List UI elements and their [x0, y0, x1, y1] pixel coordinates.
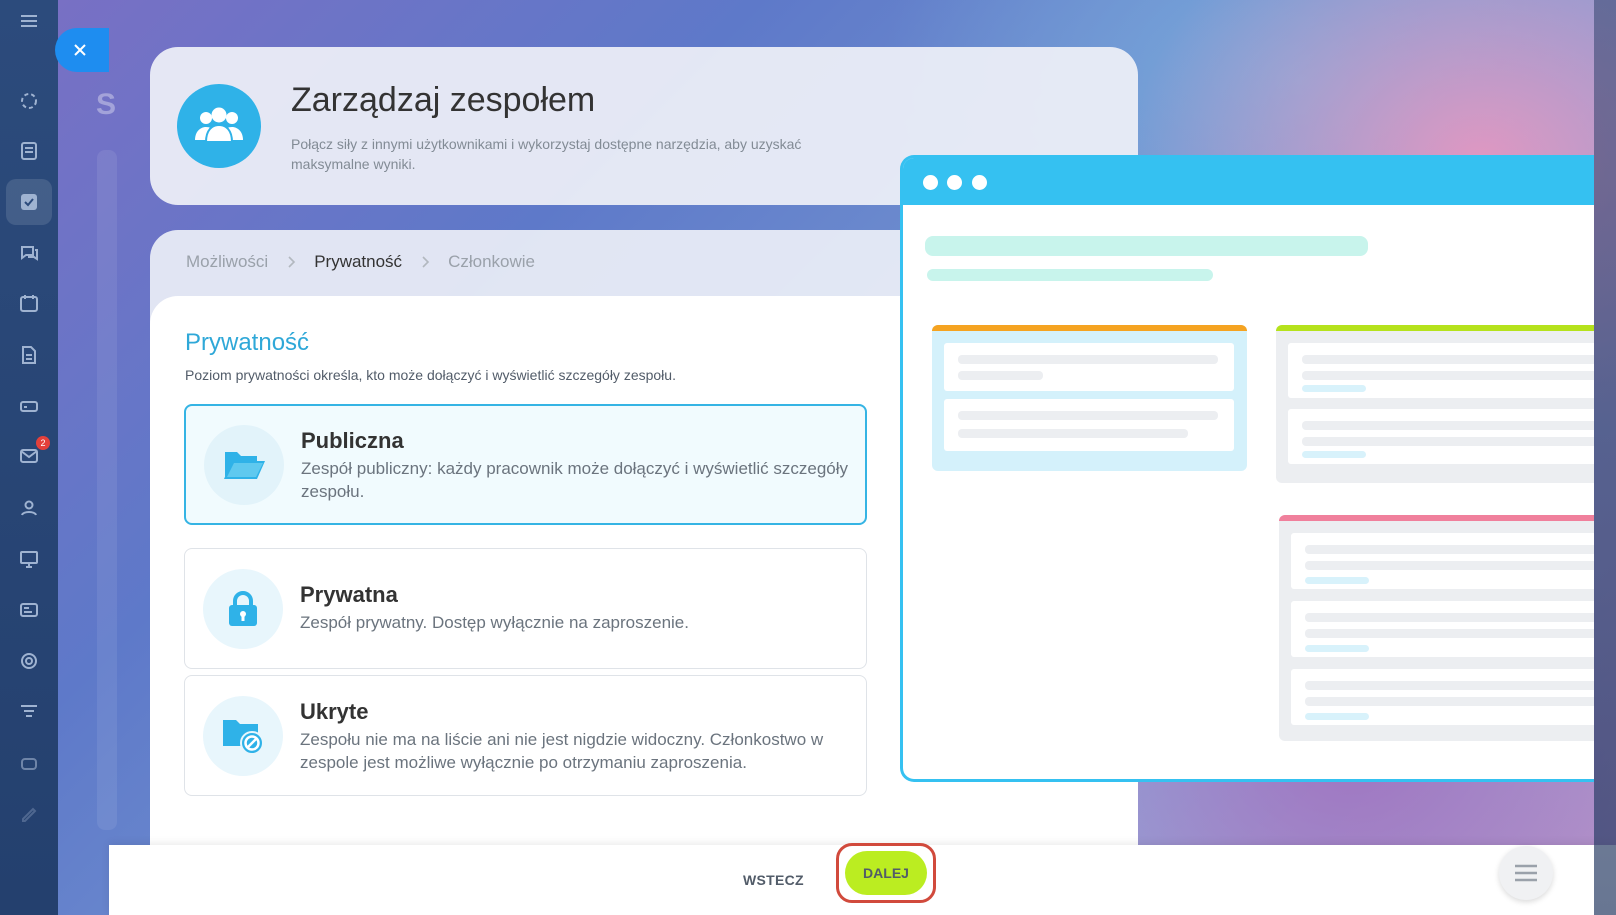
breadcrumb-step-privacy[interactable]: Prywatność — [314, 252, 402, 272]
close-slider-button[interactable] — [55, 28, 109, 72]
illustration-card — [1276, 325, 1594, 483]
mail-badge: 2 — [36, 436, 50, 450]
card-icon[interactable] — [16, 597, 42, 623]
chevron-right-icon — [422, 256, 430, 268]
target-icon[interactable] — [16, 648, 42, 674]
privacy-option-public[interactable]: Publiczna Zespół publiczny: każdy pracow… — [184, 404, 867, 525]
option-description: Zespół prywatny. Dostęp wyłącznie na zap… — [300, 613, 689, 632]
page-scrollbar[interactable] — [1594, 0, 1616, 915]
option-icon-circle — [203, 696, 283, 776]
people-icon — [195, 107, 243, 143]
lock-icon — [229, 591, 257, 626]
section-description: Poziom prywatności określa, kto może doł… — [185, 367, 676, 383]
next-button[interactable]: DALEJ — [845, 851, 927, 895]
hamburger-menu-icon[interactable] — [16, 8, 42, 34]
folder-blocked-icon — [223, 720, 264, 755]
document-icon[interactable] — [16, 342, 42, 368]
illustration-card — [932, 325, 1247, 471]
option-icon-circle — [203, 569, 283, 649]
illustration-browser-window — [900, 155, 1594, 782]
mail-icon[interactable]: 2 — [16, 436, 50, 469]
breadcrumb: Możliwości Prywatność Członkowie — [186, 252, 535, 272]
privacy-option-private[interactable]: Prywatna Zespół prywatny. Dostęp wyłączn… — [184, 548, 867, 669]
calendar-icon[interactable] — [16, 290, 42, 316]
option-title: Prywatna — [300, 582, 398, 607]
drive-icon[interactable] — [16, 393, 42, 419]
illustration-card — [1279, 515, 1594, 741]
option-icon-circle — [204, 425, 284, 505]
option-description: Zespół publiczny: każdy pracownik może d… — [301, 459, 849, 501]
activity-icon[interactable] — [16, 88, 42, 114]
folder-open-icon — [224, 452, 265, 479]
team-avatar — [177, 84, 261, 168]
back-button[interactable]: WSTECZ — [743, 872, 804, 888]
left-sidebar: 2 — [0, 0, 58, 915]
page-description: Połącz siły z innymi użytkownikami i wyk… — [291, 136, 802, 172]
tasks-icon[interactable] — [6, 179, 52, 225]
chat-icon[interactable] — [16, 240, 42, 266]
option-description: Zespołu nie ma na liście ani nie jest ni… — [300, 730, 824, 772]
team-wizard-slider: Zarządzaj zespołem Połącz siły z innymi … — [109, 5, 1594, 915]
list-icon — [1515, 864, 1537, 882]
section-title: Prywatność — [185, 329, 310, 356]
option-title: Publiczna — [301, 428, 404, 453]
breadcrumb-step-members[interactable]: Członkowie — [448, 252, 535, 272]
next-button-highlight: DALEJ — [836, 843, 936, 903]
pen-icon[interactable] — [16, 800, 42, 826]
page-title: Zarządzaj zespołem — [291, 81, 596, 119]
team-icon[interactable] — [16, 495, 42, 521]
close-icon — [74, 44, 86, 56]
breadcrumb-step-features[interactable]: Możliwości — [186, 252, 268, 272]
robot-icon[interactable] — [16, 750, 42, 776]
option-title: Ukryte — [300, 699, 369, 724]
presentation-icon[interactable] — [16, 546, 42, 572]
privacy-option-hidden[interactable]: Ukryte Zespołu nie ma na liście ani nie … — [184, 675, 867, 796]
wizard-footer: WSTECZ DALEJ — [109, 843, 1616, 915]
illustration-titlebar — [903, 158, 1594, 205]
filter-icon[interactable] — [16, 699, 42, 725]
chevron-right-icon — [288, 256, 296, 268]
feed-icon[interactable] — [16, 138, 42, 164]
list-menu-button[interactable] — [1499, 846, 1553, 900]
